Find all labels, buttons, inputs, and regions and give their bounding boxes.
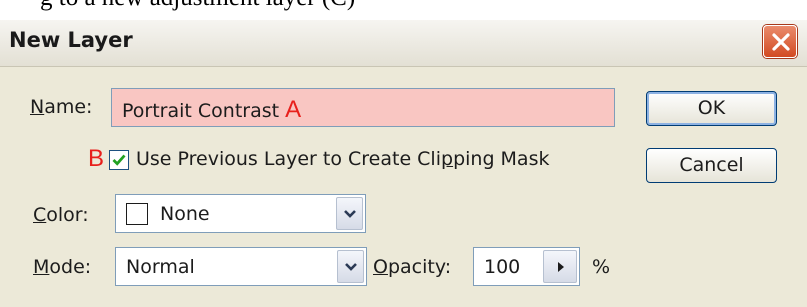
marker-b: B xyxy=(88,145,105,172)
checkmark-icon xyxy=(112,154,126,166)
marker-a: A xyxy=(285,96,302,123)
clipping-mask-checkbox[interactable] xyxy=(109,150,129,170)
opacity-value: 100 xyxy=(484,256,521,278)
color-swatch xyxy=(126,203,148,225)
color-value: None xyxy=(160,203,210,225)
close-x-icon xyxy=(772,33,790,51)
color-label: Color: xyxy=(33,204,89,226)
color-dropdown-button[interactable] xyxy=(336,197,363,230)
name-label: Name: xyxy=(30,96,93,118)
cancel-button[interactable]: Cancel xyxy=(646,148,777,183)
chevron-down-icon xyxy=(345,263,357,271)
opacity-input[interactable]: 100 xyxy=(473,247,580,286)
caption-text: g to a new adjustment layer (C) xyxy=(40,0,355,12)
opacity-label: Opacity: xyxy=(373,256,452,278)
mode-dropdown-button[interactable] xyxy=(337,250,364,283)
name-input[interactable]: Portrait Contrast A xyxy=(111,88,615,127)
chevron-down-icon xyxy=(344,210,356,218)
close-button[interactable] xyxy=(763,25,797,58)
name-value: Portrait Contrast xyxy=(122,100,280,122)
mode-label: Mode: xyxy=(33,256,92,278)
mode-value: Normal xyxy=(126,256,195,278)
clipping-mask-label: Use Previous Layer to Create Clipping Ma… xyxy=(136,148,550,170)
mode-select[interactable]: Normal xyxy=(115,247,367,286)
title-bar: New Layer xyxy=(0,20,807,67)
new-layer-dialog: New Layer Name: Portrait Contrast A OK C… xyxy=(0,20,807,307)
arrow-right-icon xyxy=(558,262,564,272)
opacity-unit: % xyxy=(592,256,611,278)
dialog-title: New Layer xyxy=(9,28,133,52)
ok-button[interactable]: OK xyxy=(646,91,777,126)
opacity-slider-button[interactable] xyxy=(543,250,577,283)
color-select[interactable]: None xyxy=(115,194,366,233)
